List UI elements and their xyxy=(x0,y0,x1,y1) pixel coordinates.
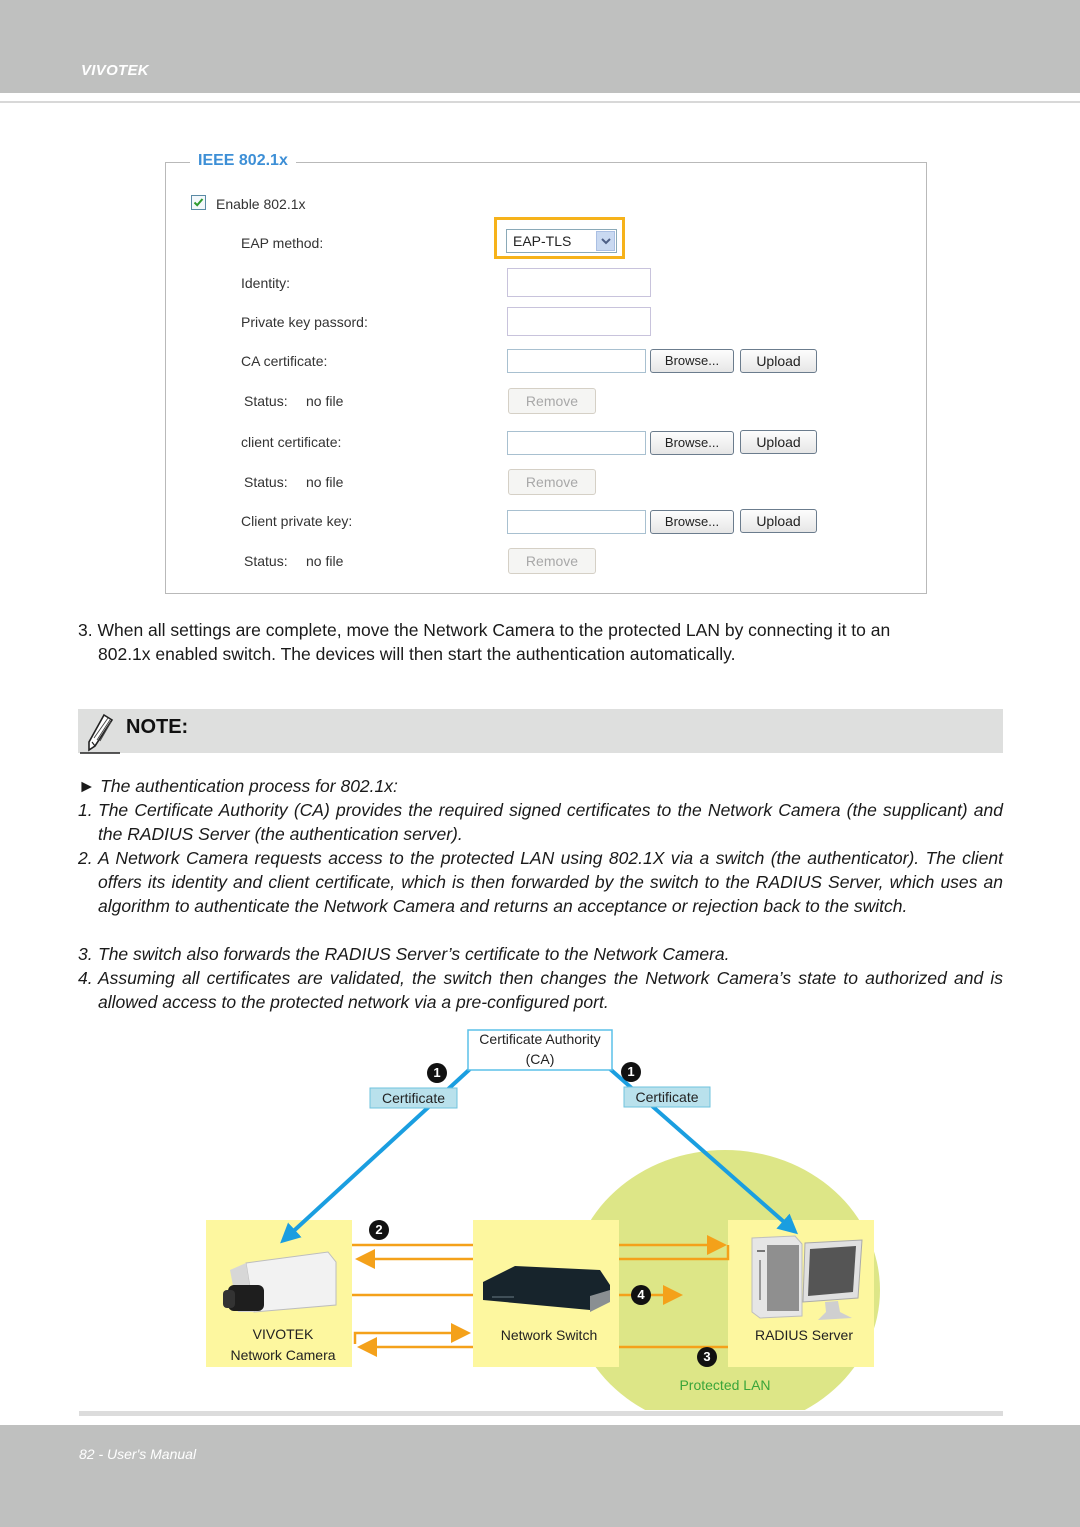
enable-8021x-label: Enable 802.1x xyxy=(216,196,306,212)
ca-certificate-remove-button[interactable]: Remove xyxy=(508,388,596,414)
client-private-key-upload-button[interactable]: Upload xyxy=(740,509,817,533)
note-item-text: A Network Camera requests access to the … xyxy=(98,848,1003,916)
note-item-1: 1. The Certificate Authority (CA) provid… xyxy=(78,798,1003,846)
step3-line1: 3. When all settings are complete, move … xyxy=(78,620,891,640)
ca-certificate-file-input[interactable] xyxy=(507,349,646,373)
ca-label-line2: (CA) xyxy=(525,1051,555,1067)
header-divider xyxy=(0,101,1080,103)
client-certificate-browse-button[interactable]: Browse... xyxy=(650,431,734,455)
cert-label-right: Certificate xyxy=(635,1089,699,1105)
client-private-key-label: Client private key: xyxy=(241,513,353,529)
ca-certificate-browse-button[interactable]: Browse... xyxy=(650,349,734,373)
note-item-text: The switch also forwards the RADIUS Serv… xyxy=(98,944,730,964)
note-item-number: 4. xyxy=(78,968,93,988)
8021x-diagram xyxy=(206,1029,880,1410)
client-cert-status-label: Status: xyxy=(244,474,288,490)
badge-text: 4 xyxy=(637,1287,645,1302)
panel-legend: IEEE 802.1x xyxy=(190,152,296,170)
flow-arrow xyxy=(353,1323,471,1344)
client-cert-status-value: no file xyxy=(306,474,344,490)
eap-method-label: EAP method: xyxy=(241,235,324,251)
note-item-2: 2. A Network Camera requests access to t… xyxy=(78,846,1003,918)
note-item-number: 3. xyxy=(78,944,93,964)
note-label: NOTE: xyxy=(126,716,189,738)
camera-label-line1: VIVOTEK xyxy=(252,1326,314,1342)
badge-text: 3 xyxy=(703,1349,711,1364)
ca-label-line1: Certificate Authority xyxy=(479,1031,601,1047)
badge-text: 1 xyxy=(627,1064,635,1079)
pencil-icon xyxy=(80,713,120,754)
badge-text: 2 xyxy=(375,1222,383,1237)
step3-line2: 802.1x enabled switch. The devices will … xyxy=(98,644,736,664)
client-private-key-remove-button[interactable]: Remove xyxy=(508,548,596,574)
camera-label-line2: Network Camera xyxy=(230,1347,336,1363)
protected-lan-label: Protected LAN xyxy=(679,1377,771,1393)
client-certificate-label: client certificate: xyxy=(241,434,342,450)
client-key-status-value: no file xyxy=(306,553,344,569)
badge-text: 1 xyxy=(433,1065,441,1080)
footer-band xyxy=(0,1425,1080,1527)
note-bar xyxy=(78,709,1003,753)
note-item-number: 1. xyxy=(78,800,93,820)
ca-status-label: Status: xyxy=(244,393,288,409)
client-private-key-file-input[interactable] xyxy=(507,510,646,534)
radius-label: RADIUS Server xyxy=(754,1327,854,1343)
note-item-text: The Certificate Authority (CA) provides … xyxy=(98,800,1003,844)
note-intro: ► The authentication process for 802.1x: xyxy=(78,776,398,796)
client-private-key-browse-button[interactable]: Browse... xyxy=(650,510,734,534)
footer-divider xyxy=(79,1411,1003,1416)
brand-logo: VIVOTEK xyxy=(81,62,149,79)
note-item-3: 3. The switch also forwards the RADIUS S… xyxy=(78,942,1003,966)
private-key-password-label: Private key passord: xyxy=(241,314,368,330)
eap-method-value: EAP-TLS xyxy=(513,233,572,249)
cert-label-left: Certificate xyxy=(381,1090,446,1106)
page-number: 82 - User's Manual xyxy=(79,1446,197,1462)
switch-label: Network Switch xyxy=(500,1327,598,1343)
header-band xyxy=(0,0,1080,93)
ca-certificate-upload-button[interactable]: Upload xyxy=(740,349,817,373)
enable-8021x-checkbox[interactable] xyxy=(191,195,206,210)
identity-label: Identity: xyxy=(241,275,291,291)
note-item-4: 4. Assuming all certificates are validat… xyxy=(78,966,1003,1014)
client-certificate-remove-button[interactable]: Remove xyxy=(508,469,596,495)
note-item-text: Assuming all certificates are validated,… xyxy=(98,968,1003,1012)
ca-certificate-label: CA certificate: xyxy=(241,353,328,369)
note-item-number: 2. xyxy=(78,848,93,868)
ca-status-value: no file xyxy=(306,393,344,409)
chevron-down-icon xyxy=(601,238,611,245)
client-certificate-file-input[interactable] xyxy=(507,431,646,455)
client-key-status-label: Status: xyxy=(244,553,288,569)
eap-method-select[interactable]: EAP-TLS xyxy=(506,229,617,253)
checkmark-icon xyxy=(193,198,204,207)
client-certificate-upload-button[interactable]: Upload xyxy=(740,430,817,454)
private-key-password-input[interactable] xyxy=(507,307,651,336)
dropdown-button[interactable] xyxy=(596,231,615,251)
identity-input[interactable] xyxy=(507,268,651,297)
